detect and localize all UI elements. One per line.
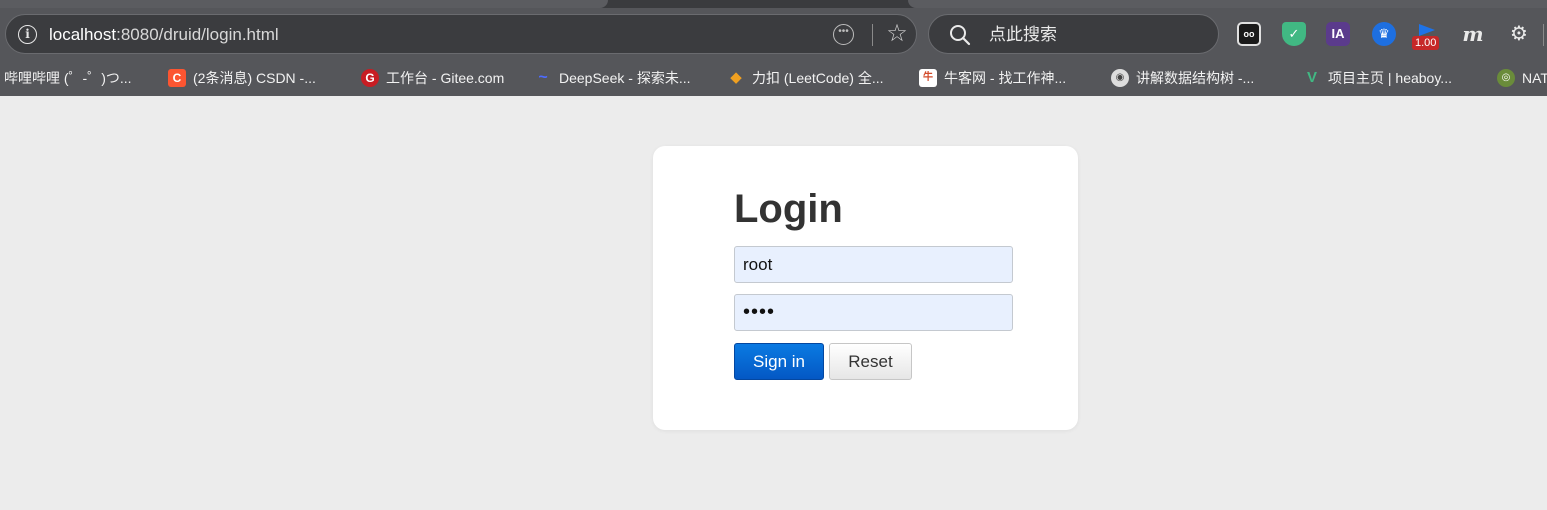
bookmarks-bar: 哔哩哔哩 (゜-゜)つ... C (2条消息) CSDN -... G 工作台 … xyxy=(0,60,1547,96)
toolbar-divider xyxy=(1543,24,1544,46)
extension-flag-icon[interactable]: 1.00 xyxy=(1412,22,1440,50)
extension-vue-shield-icon[interactable]: ✓ xyxy=(1282,22,1306,46)
username-input[interactable] xyxy=(734,246,1013,283)
bookmark-star-icon[interactable]: ☆ xyxy=(884,21,910,47)
flag-icon xyxy=(1419,24,1435,36)
bookmark-label: 项目主页 | heaboy... xyxy=(1328,70,1452,86)
gitee-icon: G xyxy=(361,69,379,87)
more-options-icon[interactable]: ••• xyxy=(833,24,854,45)
nowcoder-icon: 牛 xyxy=(919,69,937,87)
bookmark-label: 牛客网 - 找工作神... xyxy=(944,70,1067,86)
reset-button[interactable]: Reset xyxy=(829,343,912,380)
browser-tab-strip xyxy=(0,0,1547,8)
search-placeholder: 点此搜索 xyxy=(989,25,1057,44)
sign-in-button[interactable]: Sign in xyxy=(734,343,824,380)
browser-toolbar: i localhost:8080/druid/login.html ••• ☆ … xyxy=(0,8,1547,60)
deepseek-icon: ~ xyxy=(538,69,548,86)
login-title: Login xyxy=(734,187,843,231)
address-bar[interactable]: i localhost:8080/druid/login.html ••• ☆ xyxy=(5,14,917,54)
login-card: Login •••• Sign in Reset xyxy=(653,146,1078,430)
avatar-icon: ◉ xyxy=(1111,69,1129,87)
nat-icon: ◎ xyxy=(1497,69,1515,87)
extension-m-icon[interactable]: m xyxy=(1461,22,1485,46)
extension-crown-icon[interactable]: ♛ xyxy=(1372,22,1396,46)
extension-ia-icon[interactable]: IA xyxy=(1326,22,1350,46)
password-mask: •••• xyxy=(743,301,776,323)
site-info-icon[interactable]: i xyxy=(18,25,37,44)
password-input[interactable]: •••• xyxy=(734,294,1013,331)
extension-badge: 1.00 xyxy=(1412,36,1440,50)
bookmark-label: 哔哩哔哩 (゜-゜)つ... xyxy=(4,70,132,86)
search-bar[interactable]: 点此搜索 xyxy=(928,14,1219,54)
search-icon xyxy=(950,25,971,46)
bookmark-label: (2条消息) CSDN -... xyxy=(193,70,316,86)
url-path: :8080/druid/login.html xyxy=(116,25,279,44)
extensions-puzzle-icon[interactable]: ⚙ xyxy=(1507,22,1531,46)
url-host: localhost xyxy=(49,25,117,44)
vue-icon: V xyxy=(1306,69,1317,86)
bookmark-label: 力扣 (LeetCode) 全... xyxy=(752,70,884,86)
extension-glasses-icon[interactable]: oo xyxy=(1237,22,1261,46)
bookmark-label: 讲解数据结构树 -... xyxy=(1136,70,1255,86)
csdn-icon: C xyxy=(168,69,186,87)
bookmark-label: NAT xyxy=(1522,70,1547,86)
browser-tab[interactable] xyxy=(0,0,608,8)
bookmark-label: 工作台 - Gitee.com xyxy=(386,70,505,86)
bookmark-label: DeepSeek - 探索未... xyxy=(559,70,691,86)
address-bar-divider xyxy=(872,24,873,46)
leetcode-icon: ◆ xyxy=(730,69,742,86)
browser-tab[interactable] xyxy=(908,0,1547,8)
url-text[interactable]: localhost:8080/druid/login.html xyxy=(49,25,279,45)
